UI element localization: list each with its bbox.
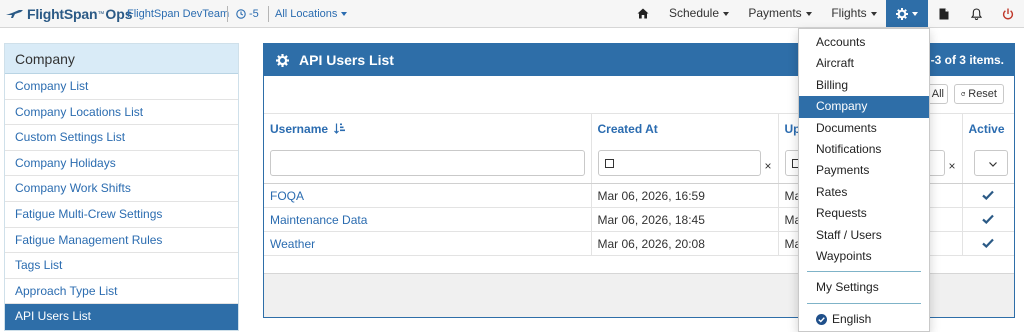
column-username[interactable]: Username [264,113,592,144]
calendar-icon [604,159,614,169]
settings-dropdown-menu: Accounts Aircraft Billing Company Docume… [798,28,930,332]
language-label: English [832,311,872,326]
menu-item-accounts[interactable]: Accounts [799,32,929,53]
plane-logo-icon [6,10,23,18]
active-cell [962,231,1014,256]
username-filter-input[interactable] [270,150,585,177]
active-filter-select[interactable] [974,150,1008,177]
brand-logo[interactable]: FlightSpan ™ Ops [6,5,133,23]
column-created-at[interactable]: Created At [591,113,779,144]
checkmark-icon [982,214,995,224]
column-active[interactable]: Active [962,113,1014,144]
menu-item-documents[interactable]: Documents [799,118,929,139]
created-at-cell: Mar 06, 2026, 20:08 [591,231,779,256]
timezone-label: -5 [249,8,259,20]
menu-item-my-settings[interactable]: My Settings [799,277,929,298]
reset-button[interactable]: Reset [954,84,1004,104]
home-icon [637,8,649,19]
active-filter-cell [962,143,1014,184]
documents-button[interactable] [932,0,956,27]
check-circle-icon [816,313,827,325]
menu-item-rates[interactable]: Rates [799,182,929,203]
chevron-down-icon [989,162,997,168]
nav-payments[interactable]: Payments [744,0,816,27]
created-at-cell: Mar 06, 2026, 18:45 [591,207,779,232]
column-username-label: Username [270,121,329,136]
refresh-icon [961,92,966,96]
bell-icon [970,8,982,20]
reset-label: Reset [968,88,997,100]
active-cell [962,183,1014,208]
brand-name: FlightSpan [27,6,98,22]
clock-icon [236,9,246,19]
created-filter-cell: × [591,143,779,184]
sidebar: Company Company List Company Locations L… [4,43,239,331]
nav-schedule-label: Schedule [668,6,720,20]
gear-icon [896,7,908,20]
gear-icon [276,53,289,67]
logout-button[interactable] [994,0,1022,27]
sidebar-item-api-users[interactable]: API Users List [5,304,238,330]
sidebar-item-approach-type[interactable]: Approach Type List [5,278,238,305]
chevron-down-icon [341,12,348,17]
sort-ascending-icon [334,123,346,134]
username-cell[interactable]: Weather [264,231,592,256]
timezone-selector[interactable]: -5 [236,8,259,20]
page-title: API Users List [299,52,394,68]
home-button[interactable] [632,0,654,27]
nav-divider [227,6,228,22]
menu-item-payments[interactable]: Payments [799,160,929,181]
chevron-down-icon [805,11,812,16]
team-name[interactable]: FlightSpan DevTeam [127,8,229,20]
nav-flights[interactable]: Flights [824,0,884,27]
brand-trademark: ™ [97,10,105,18]
show-all-label: All [931,88,944,100]
menu-item-notifications[interactable]: Notifications [799,139,929,160]
power-icon [1002,8,1014,20]
menu-item-waypoints[interactable]: Waypoints [799,246,929,267]
nav-schedule[interactable]: Schedule [662,0,736,27]
menu-divider [807,271,921,273]
sidebar-item-tags-list[interactable]: Tags List [5,253,238,279]
chevron-down-icon [912,11,918,16]
sidebar-item-company-list[interactable]: Company List [5,74,238,100]
items-count: -3 of 3 items. [930,53,1004,67]
nav-payments-label: Payments [748,6,802,20]
chevron-down-icon [870,11,877,16]
settings-menu-button[interactable] [886,0,928,27]
clear-created-filter-button[interactable]: × [764,159,771,173]
username-cell[interactable]: Maintenance Data [264,207,592,232]
nav-divider [268,6,269,22]
menu-divider [807,302,921,304]
nav-flights-label: Flights [831,6,867,20]
sidebar-item-company-locations[interactable]: Company Locations List [5,99,238,126]
checkmark-icon [982,238,995,248]
notifications-button[interactable] [964,0,988,27]
sidebar-item-work-shifts[interactable]: Company Work Shifts [5,176,238,202]
sidebar-item-custom-settings[interactable]: Custom Settings List [5,125,238,151]
top-navbar: FlightSpan ™ Ops FlightSpan DevTeam -5 All… [0,0,1024,28]
menu-item-requests[interactable]: Requests [799,203,929,224]
username-cell[interactable]: FOQA [264,183,592,208]
menu-item-company[interactable]: Company [799,96,929,118]
created-at-cell: Mar 06, 2026, 16:59 [591,183,779,208]
sidebar-item-company-holidays[interactable]: Company Holidays [5,150,238,177]
sidebar-title: Company [5,44,238,74]
menu-item-language[interactable]: English [799,309,929,330]
clear-updated-filter-button[interactable]: × [948,159,955,173]
sidebar-item-fatigue-rules[interactable]: Fatigue Management Rules [5,227,238,254]
checkmark-icon [982,190,995,200]
created-at-filter-input[interactable] [597,150,761,177]
sidebar-item-fatigue-multi-crew[interactable]: Fatigue Multi-Crew Settings [5,201,238,228]
menu-item-staff-users[interactable]: Staff / Users [799,225,929,246]
menu-item-billing[interactable]: Billing [799,75,929,96]
active-cell [962,207,1014,232]
username-filter-cell [264,143,592,184]
chevron-down-icon [723,11,730,16]
locations-dropdown[interactable]: All Locations [275,8,348,20]
menu-item-aircraft[interactable]: Aircraft [799,53,929,74]
document-icon [939,8,949,20]
locations-label: All Locations [275,8,338,20]
